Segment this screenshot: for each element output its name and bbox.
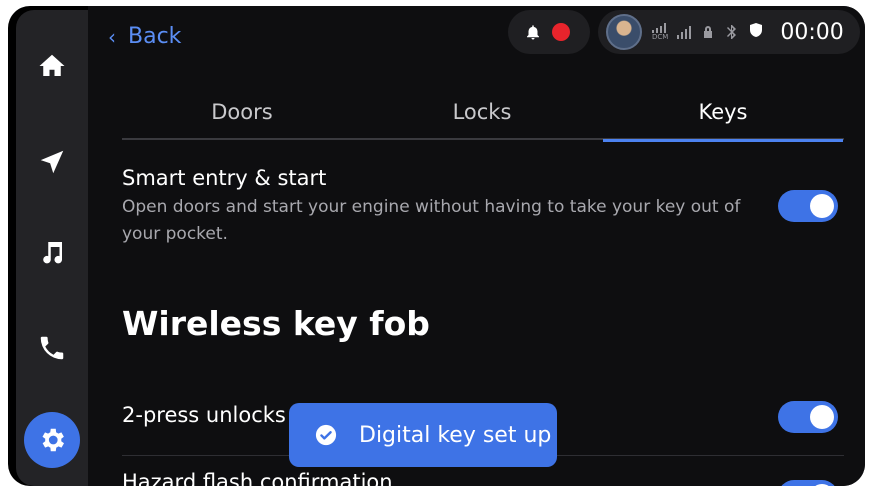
toggle-knob bbox=[810, 194, 834, 218]
smart-entry-title: Smart entry & start bbox=[122, 166, 327, 190]
gear-icon bbox=[42, 428, 64, 452]
recording-indicator bbox=[552, 23, 570, 41]
music-button[interactable] bbox=[24, 224, 80, 280]
key-lock-icon bbox=[704, 26, 713, 38]
clock: 00:00 bbox=[780, 19, 844, 45]
toast-message: Digital key set up bbox=[359, 422, 552, 448]
hazard-flash-toggle[interactable] bbox=[778, 480, 838, 486]
navigation-arrow-icon bbox=[40, 150, 64, 174]
status-bar[interactable]: DCM 00:00 bbox=[598, 10, 860, 54]
smart-entry-description: Open doors and start your engine without… bbox=[122, 197, 741, 244]
bluetooth-icon bbox=[727, 25, 737, 39]
tab-keys-label: Keys bbox=[698, 100, 748, 124]
home-button[interactable] bbox=[24, 38, 80, 94]
back-label: Back bbox=[128, 24, 182, 49]
two-press-toggle[interactable] bbox=[778, 401, 838, 433]
toast-notification[interactable]: Digital key set up bbox=[289, 403, 557, 467]
section-heading-wireless-key-fob: Wireless key fob bbox=[122, 304, 430, 343]
settings-button[interactable] bbox=[24, 412, 80, 468]
navigation-button[interactable] bbox=[24, 134, 80, 190]
tab-doors-label: Doors bbox=[211, 100, 273, 124]
tab-doors[interactable]: Doors bbox=[122, 84, 362, 140]
home-icon bbox=[39, 54, 65, 76]
sidebar bbox=[16, 10, 88, 486]
avatar[interactable] bbox=[606, 14, 642, 50]
hazard-flash-setting: Hazard flash confirmation bbox=[122, 470, 844, 486]
smart-entry-toggle[interactable] bbox=[778, 190, 838, 222]
check-circle-icon bbox=[315, 424, 337, 446]
tab-locks[interactable]: Locks bbox=[362, 84, 602, 140]
cellular-signal-icon bbox=[677, 26, 692, 39]
hazard-flash-title: Hazard flash confirmation bbox=[122, 470, 393, 486]
bell-icon bbox=[527, 25, 539, 40]
notification-pill[interactable] bbox=[508, 10, 590, 54]
status-icons: DCM bbox=[652, 22, 764, 42]
dcm-label: DCM bbox=[652, 32, 669, 41]
back-button[interactable]: ‹ Back bbox=[108, 24, 181, 49]
phone-icon bbox=[40, 336, 64, 360]
shield-icon bbox=[748, 22, 764, 42]
dcm-signal-icon: DCM bbox=[652, 22, 669, 42]
smart-entry-setting: Smart entry & start Open doors and start… bbox=[122, 166, 844, 248]
toggle-knob bbox=[810, 484, 834, 486]
tab-keys[interactable]: Keys bbox=[603, 84, 843, 142]
tab-bar: Doors Locks Keys bbox=[122, 84, 844, 142]
music-note-icon bbox=[43, 242, 63, 264]
phone-button[interactable] bbox=[24, 320, 80, 376]
toggle-knob bbox=[810, 405, 834, 429]
tab-locks-label: Locks bbox=[452, 100, 512, 124]
chevron-left-icon: ‹ bbox=[108, 24, 116, 49]
